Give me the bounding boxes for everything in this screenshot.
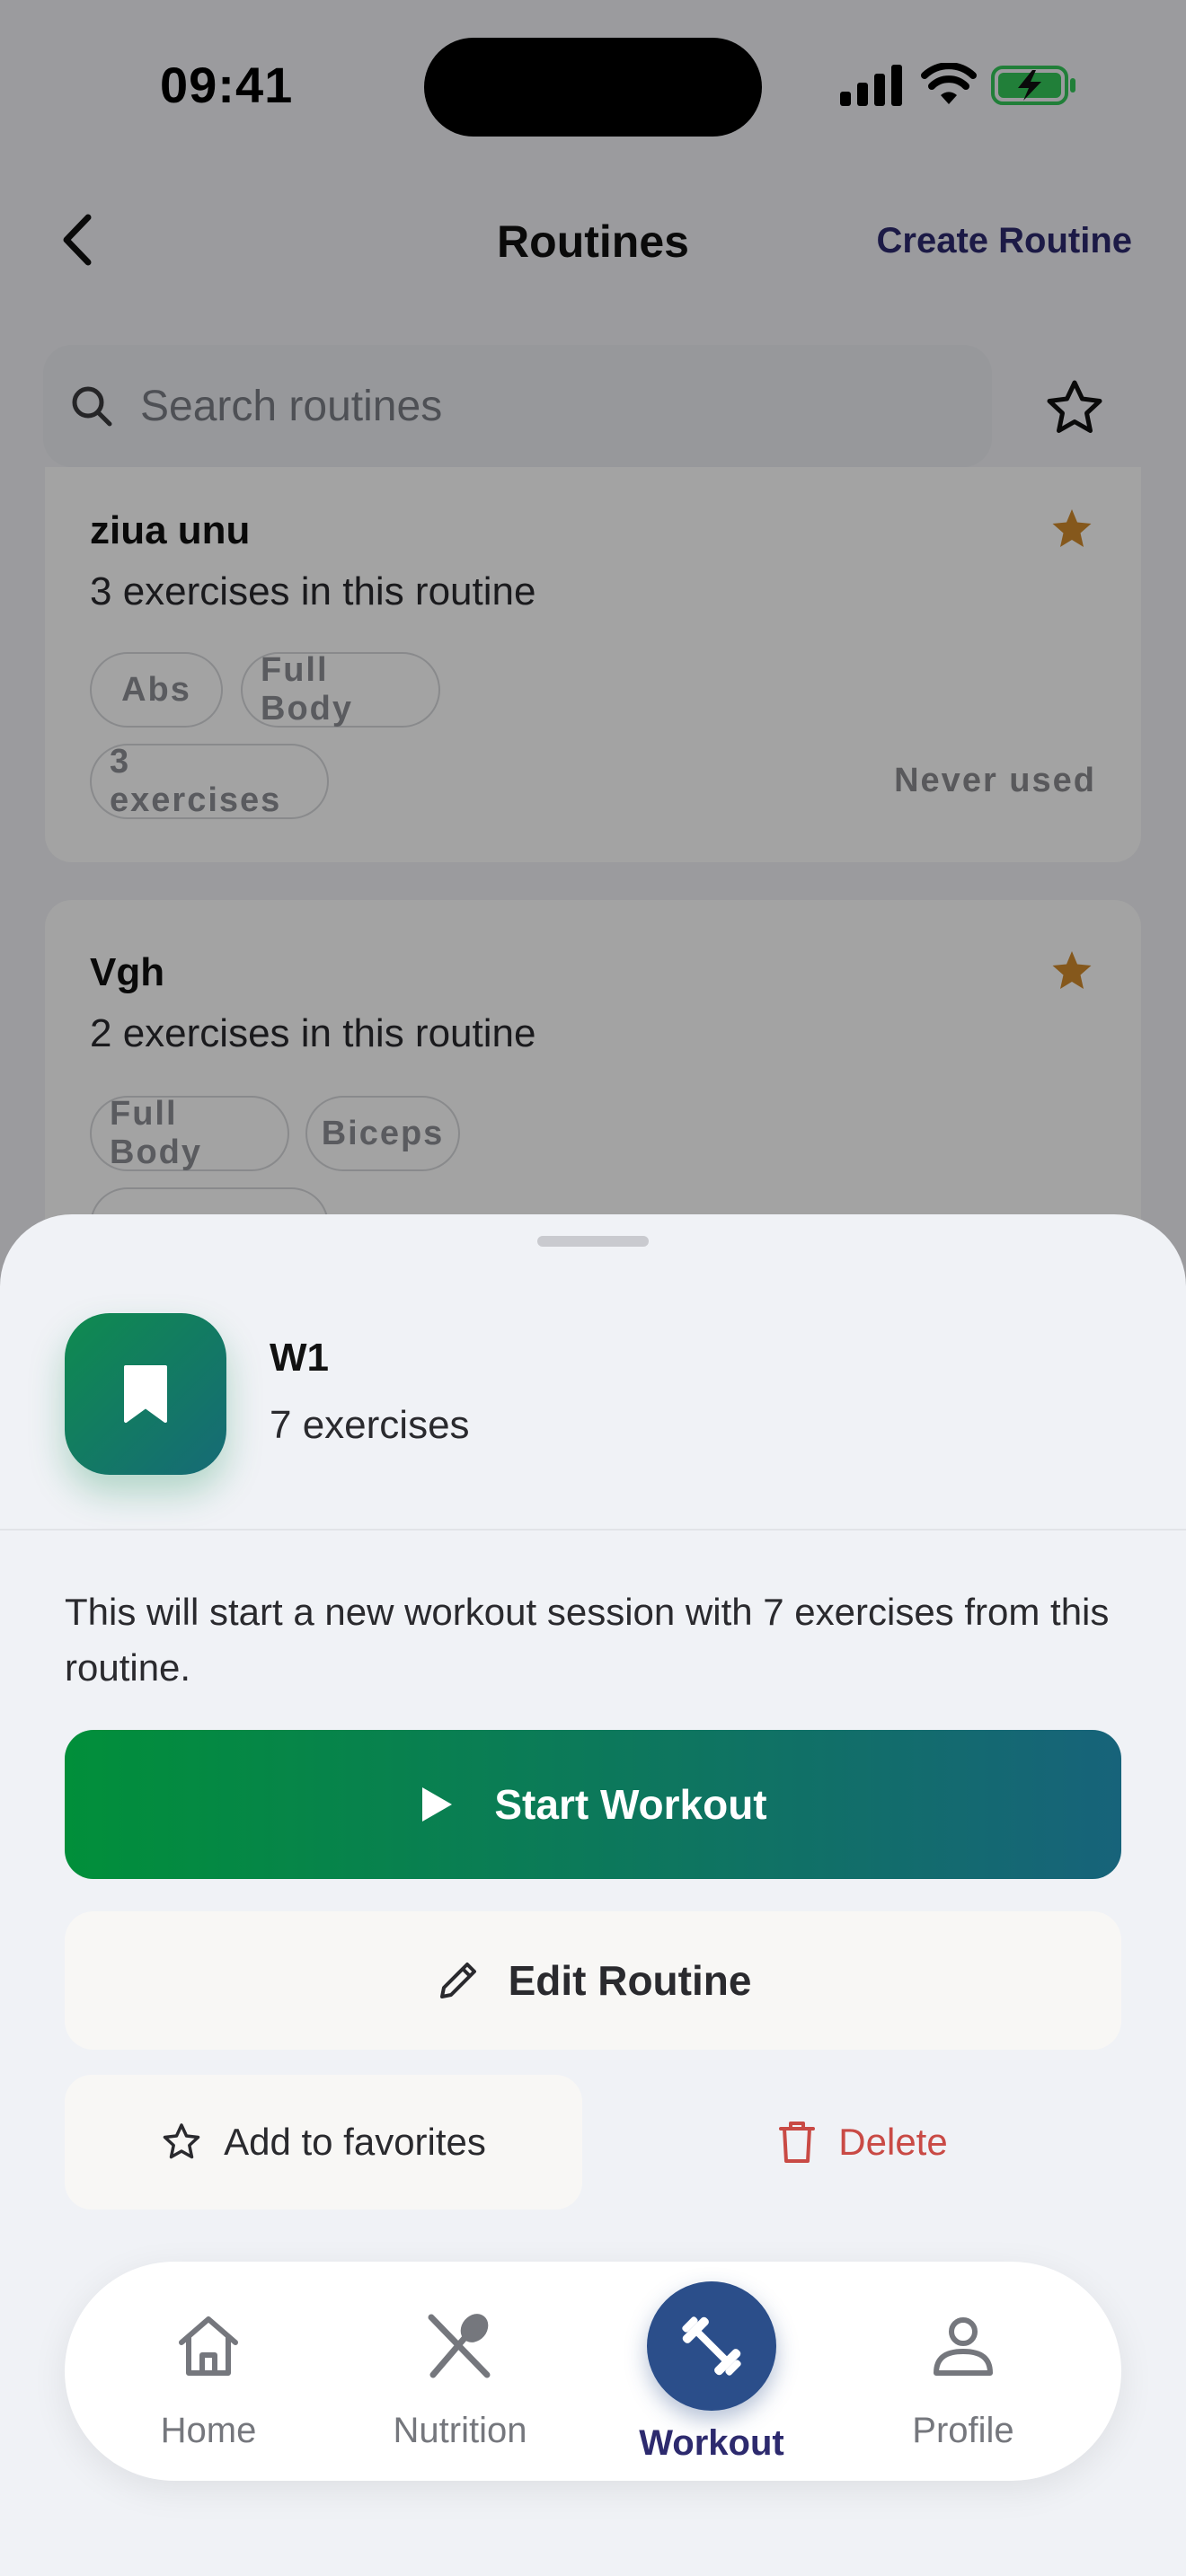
person-icon <box>934 2317 993 2376</box>
sheet-description: This will start a new workout session wi… <box>65 1591 1110 1689</box>
bottom-tab-bar: Home Nutrition Workout Profile <box>65 2262 1121 2481</box>
divider <box>0 1529 1186 1531</box>
sheet-exercise-count: 7 exercises <box>270 1403 470 1447</box>
edit-routine-label: Edit Routine <box>508 1957 752 2004</box>
delete-routine-button[interactable]: Delete <box>604 2075 1121 2210</box>
dumbbell-icon <box>682 2316 741 2376</box>
start-workout-button[interactable]: Start Workout <box>65 1730 1121 1879</box>
tab-home-label: Home <box>160 2411 257 2450</box>
edit-routine-button[interactable]: Edit Routine <box>65 1911 1121 2050</box>
add-to-favorites-button[interactable]: Add to favorites <box>65 2075 582 2210</box>
tab-profile-label: Profile <box>912 2411 1014 2450</box>
delete-label: Delete <box>838 2121 948 2163</box>
tab-workout[interactable]: Workout <box>586 2262 837 2481</box>
tab-workout-label: Workout <box>639 2423 784 2463</box>
bookmark-icon <box>124 1365 167 1423</box>
app-screen: 09:41 Routines Create Routine Search rou… <box>0 0 1186 2576</box>
star-outline-icon <box>163 2123 200 2159</box>
home-icon <box>179 2316 238 2376</box>
start-workout-label: Start Workout <box>494 1781 767 1828</box>
trash-icon <box>779 2122 816 2163</box>
tab-nutrition-label: Nutrition <box>393 2411 527 2450</box>
tab-home[interactable]: Home <box>83 2262 334 2481</box>
sheet-drag-handle[interactable] <box>537 1236 649 1247</box>
fork-spoon-icon <box>428 2314 491 2378</box>
pencil-icon <box>439 1963 476 1998</box>
tab-nutrition[interactable]: Nutrition <box>334 2262 586 2481</box>
add-to-favorites-label: Add to favorites <box>224 2121 486 2163</box>
tab-profile[interactable]: Profile <box>837 2262 1089 2481</box>
sheet-routine-name: W1 <box>270 1336 329 1380</box>
routine-avatar <box>65 1313 226 1475</box>
play-icon <box>422 1787 453 1822</box>
active-tab-indicator <box>647 2281 776 2411</box>
